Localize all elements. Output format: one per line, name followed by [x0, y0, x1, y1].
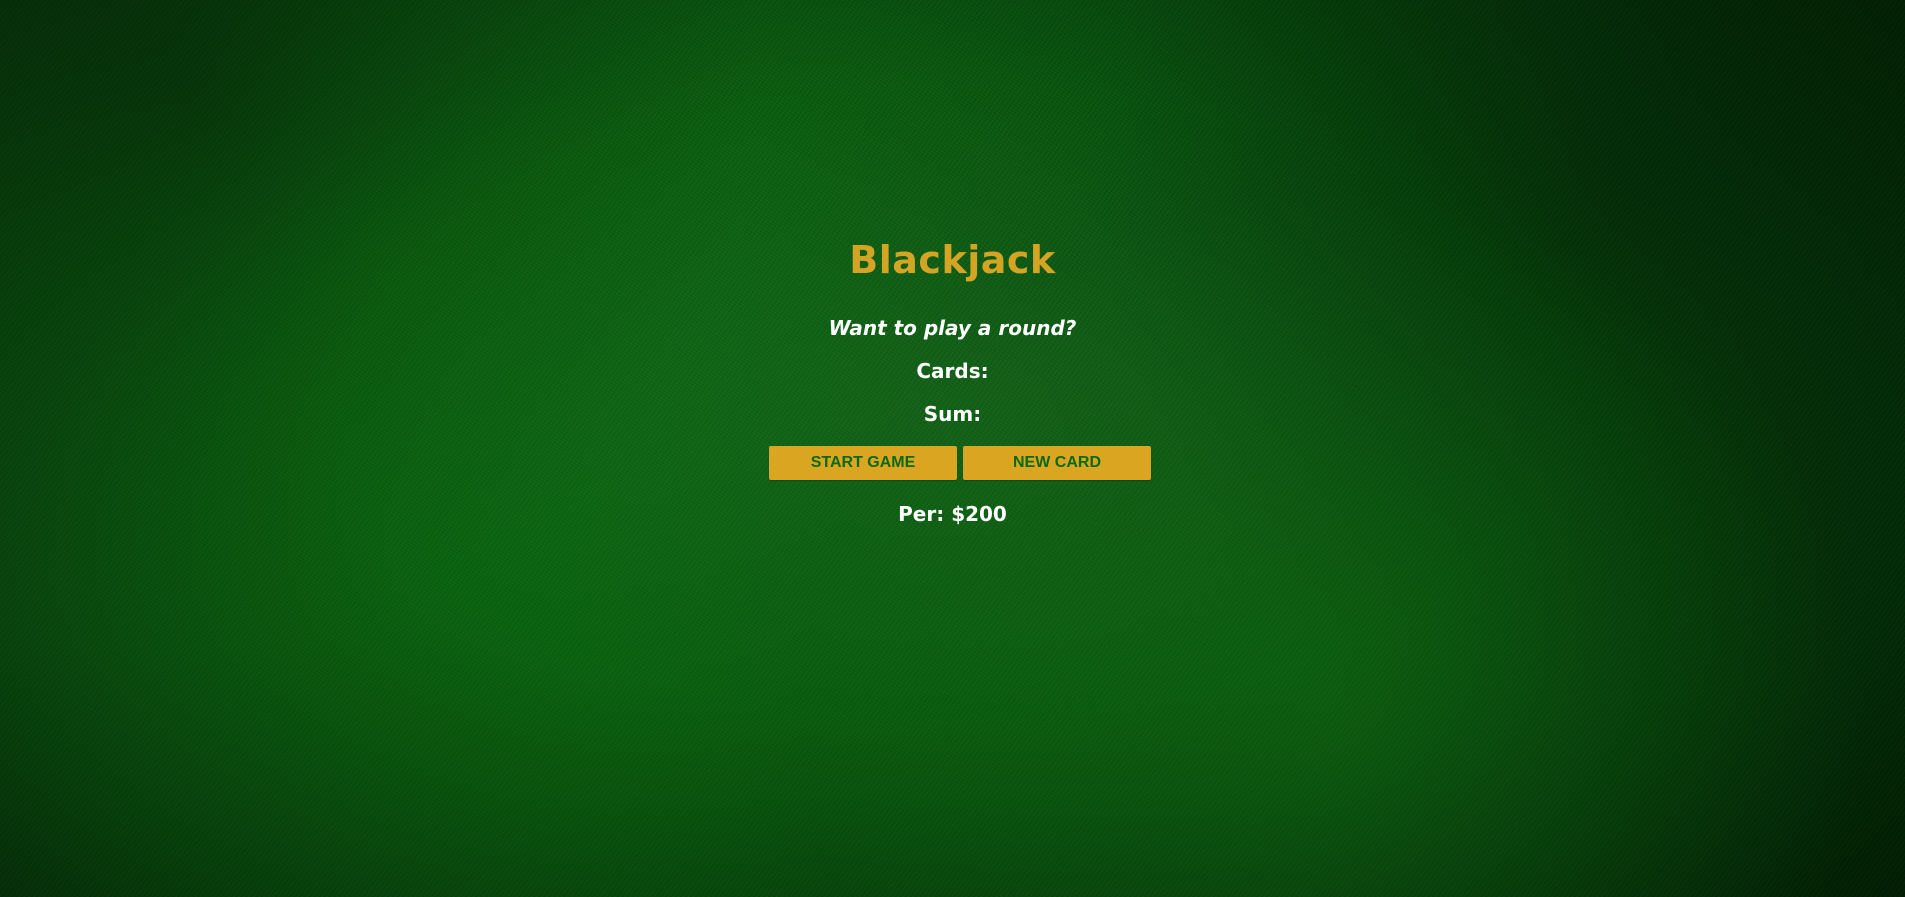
button-row: START GAME NEW CARD	[769, 446, 1151, 480]
game-title: Blackjack	[849, 238, 1056, 282]
player-chips: Per: $200	[898, 502, 1007, 526]
new-card-button[interactable]: NEW CARD	[963, 446, 1151, 480]
message-text: Want to play a round?	[828, 316, 1077, 340]
cards-display: Cards:	[916, 359, 989, 383]
sum-display: Sum:	[923, 402, 982, 426]
start-game-button[interactable]: START GAME	[769, 446, 957, 480]
